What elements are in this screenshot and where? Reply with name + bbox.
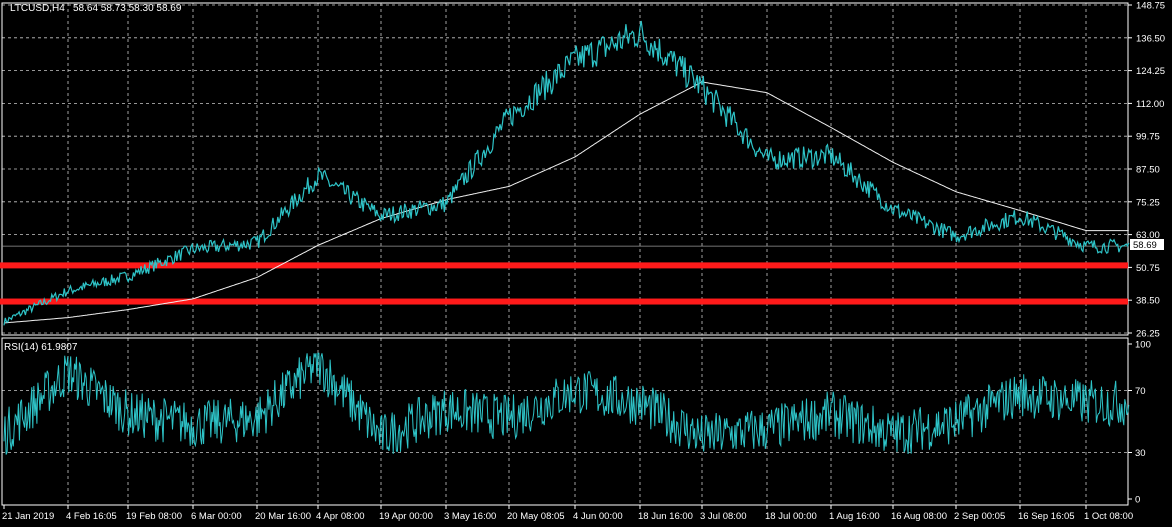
x-tick-label: 21 Jan 2019 bbox=[2, 511, 54, 522]
rsi-tick-label: 100 bbox=[1135, 340, 1151, 351]
last-price-label: 58.69 bbox=[1133, 240, 1157, 251]
x-tick-label: 18 Jun 16:00 bbox=[638, 511, 693, 522]
x-tick-label: 16 Sep 16:05 bbox=[1018, 511, 1075, 522]
horizontal-level-line[interactable] bbox=[0, 262, 1128, 269]
x-tick-label: 4 Apr 08:00 bbox=[316, 511, 365, 522]
x-tick-label: 16 Aug 08:00 bbox=[891, 511, 947, 522]
x-tick-label: 2 Sep 00:05 bbox=[954, 511, 1005, 522]
y-tick-label: 26.25 bbox=[1136, 329, 1160, 340]
trading-chart[interactable]: 148.75 136.50 124.25 112.00 99.75 87.50 75.25 6… bbox=[0, 0, 1172, 527]
rsi-title: RSI(14) 61.9807 bbox=[4, 342, 78, 353]
rsi-tick-label: 30 bbox=[1135, 448, 1146, 459]
y-tick-label: 75.25 bbox=[1136, 197, 1160, 208]
last-price-marker: 58.69 bbox=[1130, 239, 1164, 251]
x-tick-label: 3 Jul 08:00 bbox=[700, 511, 746, 522]
symbol-label: LTCUSD,H4 bbox=[10, 3, 65, 14]
x-tick-label: 6 Mar 00:00 bbox=[191, 511, 242, 522]
x-tick-label: 19 Apr 00:00 bbox=[379, 511, 433, 522]
y-tick-label: 148.75 bbox=[1136, 1, 1165, 12]
y-tick-label: 38.50 bbox=[1136, 296, 1160, 307]
y-tick-label: 87.50 bbox=[1136, 165, 1160, 176]
x-tick-label: 18 Jul 00:00 bbox=[765, 511, 817, 522]
y-tick-label: 112.00 bbox=[1136, 99, 1164, 110]
x-tick-label: 4 Feb 16:05 bbox=[66, 511, 117, 522]
rsi-tick-label: 0 bbox=[1135, 495, 1140, 506]
x-tick-label: 1 Aug 16:00 bbox=[829, 511, 880, 522]
x-tick-label: 3 May 16:00 bbox=[444, 511, 496, 522]
x-tick-label: 19 Feb 08:00 bbox=[126, 511, 182, 522]
x-tick-label: 4 Jun 00:00 bbox=[573, 511, 623, 522]
ohlc-label: 58.64 58.73 58.30 58.69 bbox=[73, 3, 182, 14]
rsi-tick-label: 70 bbox=[1135, 386, 1146, 397]
y-tick-label: 136.50 bbox=[1136, 33, 1165, 44]
y-tick-label: 124.25 bbox=[1136, 66, 1165, 77]
y-tick-label: 99.75 bbox=[1136, 132, 1160, 143]
x-tick-label: 20 May 08:05 bbox=[507, 511, 565, 522]
x-tick-label: 20 Mar 16:00 bbox=[255, 511, 311, 522]
x-tick-label: 1 Oct 08:00 bbox=[1084, 511, 1133, 522]
y-tick-label: 50.75 bbox=[1136, 263, 1160, 274]
horizontal-level-line[interactable] bbox=[0, 298, 1128, 305]
